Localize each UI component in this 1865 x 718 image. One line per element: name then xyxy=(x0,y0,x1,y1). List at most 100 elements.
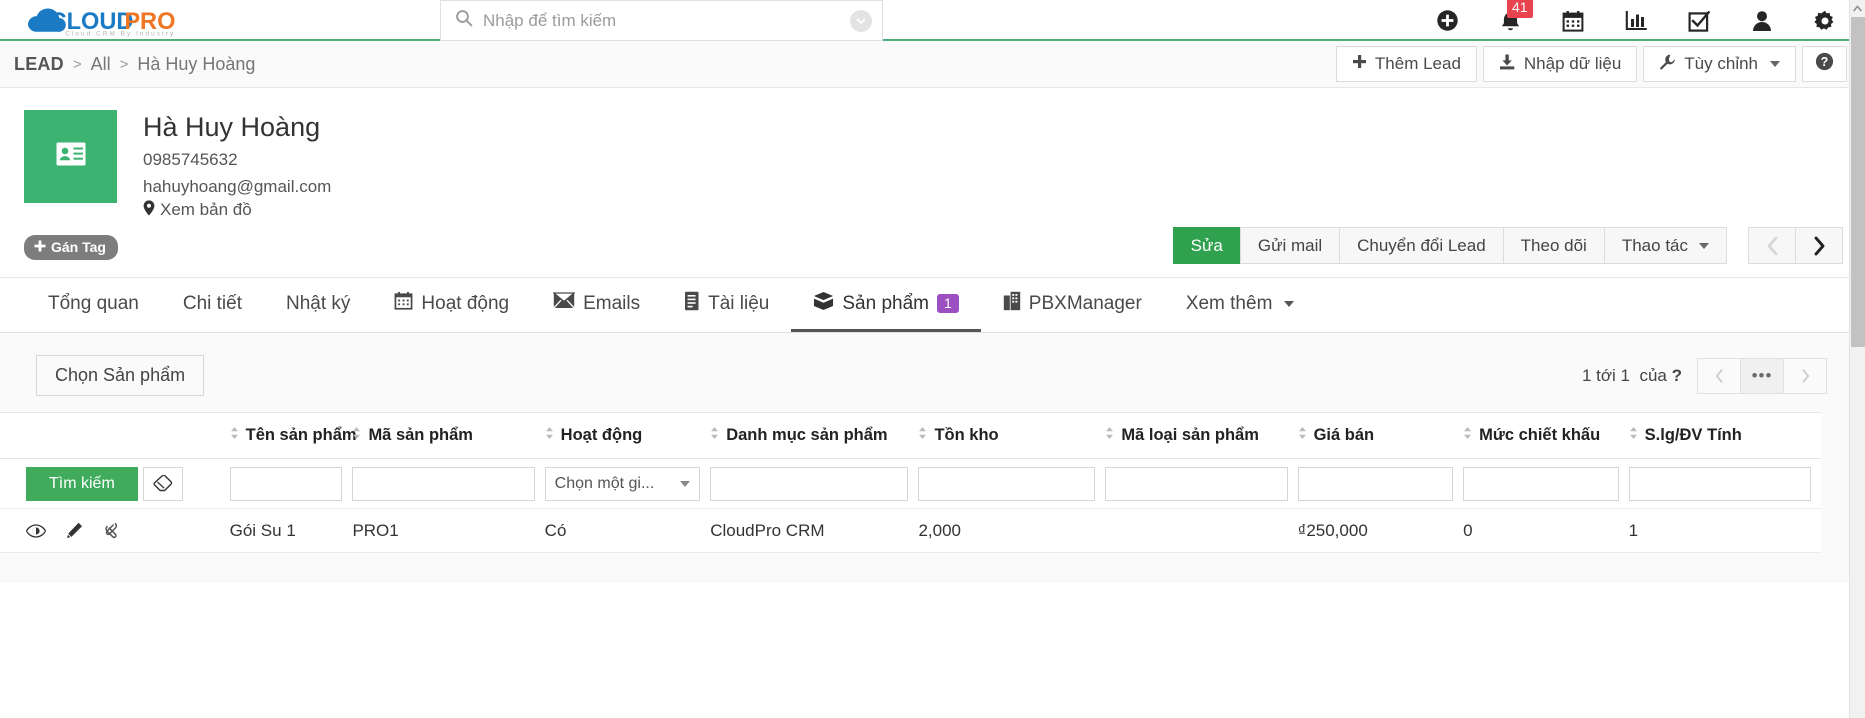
plus-icon xyxy=(34,239,46,255)
chart-icon[interactable] xyxy=(1624,9,1648,33)
search-box[interactable] xyxy=(440,0,883,41)
contact-info: Hà Huy Hoàng 0985745632 hahuyhoang@gmail… xyxy=(143,110,331,221)
filter-select-hoat-dong[interactable]: Chọn một gi... xyxy=(544,466,701,501)
filter-actions-cell: Tìm kiếm xyxy=(0,458,230,509)
cloudpro-logo-icon: CLOUD PRO Cloud CRM By Industry xyxy=(27,7,175,37)
envelope-icon xyxy=(552,292,577,315)
row-action-cell xyxy=(0,508,230,553)
tab-tai-lieu[interactable]: Tài liệu xyxy=(662,278,791,332)
tab-pbxmanager[interactable]: PBXManager xyxy=(981,278,1164,332)
sort-icon xyxy=(1298,426,1307,445)
tab-badge: 1 xyxy=(937,294,959,313)
filter-input-ma-loai-san-pham[interactable] xyxy=(1105,466,1288,501)
sort-icon xyxy=(710,426,719,445)
breadcrumb-bar: LEAD > All > Hà Huy Hoàng Thêm Lead Nhập… xyxy=(0,41,1865,88)
chevron-up-icon[interactable] xyxy=(1850,0,1865,16)
add-lead-button[interactable]: Thêm Lead xyxy=(1335,46,1477,82)
table-filter-row: Tìm kiếm Chọn một gi... xyxy=(0,458,1821,509)
table-row: Gói Su 1 PRO1 Có CloudPro CRM 2,000 ₫250… xyxy=(0,508,1821,553)
search-filter-button[interactable]: Tìm kiếm xyxy=(26,466,138,501)
import-data-button[interactable]: Nhập dữ liệu xyxy=(1482,46,1638,82)
notification-bell-icon[interactable]: 41 xyxy=(1498,0,1533,33)
breadcrumb-root[interactable]: LEAD xyxy=(14,54,64,75)
edit-button[interactable]: Sửa xyxy=(1172,227,1241,264)
tab-label: Emails xyxy=(583,292,641,314)
column-header-ma-san-pham[interactable]: Mã sản phẩm xyxy=(352,412,545,459)
edit-pencil-icon[interactable] xyxy=(66,522,83,539)
customize-button[interactable]: Tùy chỉnh xyxy=(1643,46,1796,82)
column-header-ten-san-pham[interactable]: Tên sản phẩm xyxy=(229,412,357,459)
document-icon xyxy=(684,291,700,317)
view-map-link[interactable]: Xem bản đồ xyxy=(143,199,331,221)
column-label: Mã sản phẩm xyxy=(368,426,473,444)
filter-cell-slg-dv-tinh xyxy=(1628,458,1821,509)
pagination-prev-button[interactable] xyxy=(1697,358,1741,394)
tab-hoat-dong[interactable]: Hoạt động xyxy=(372,278,531,332)
cell-ma-san-pham: PRO1 xyxy=(352,508,545,553)
filter-input-danh-muc-san-pham[interactable] xyxy=(710,466,909,501)
task-checkbox-icon[interactable] xyxy=(1687,9,1711,33)
convert-lead-button[interactable]: Chuyển đổi Lead xyxy=(1339,227,1504,264)
more-actions-button[interactable]: Thao tác xyxy=(1603,227,1727,264)
user-icon[interactable] xyxy=(1750,9,1774,33)
avatar xyxy=(24,110,117,203)
eraser-icon[interactable] xyxy=(142,466,183,501)
tab-label: Tổng quan xyxy=(48,292,139,314)
calendar-icon[interactable] xyxy=(1561,9,1585,33)
tab-tong-quan[interactable]: Tổng quan xyxy=(26,278,161,332)
svg-text:Cloud CRM By Industry: Cloud CRM By Industry xyxy=(65,30,175,36)
chevron-down-icon[interactable] xyxy=(850,9,872,32)
next-record-button[interactable] xyxy=(1795,227,1843,264)
tab-xem-them[interactable]: Xem thêm xyxy=(1164,278,1317,332)
assign-tag-button[interactable]: Gán Tag xyxy=(24,234,118,260)
column-header-hoat-dong[interactable]: Hoạt động xyxy=(544,412,711,459)
products-panel: Chọn Sản phẩm 1 tới 1 của ? ••• Tên sản … xyxy=(0,333,1865,583)
add-circle-icon[interactable] xyxy=(1435,9,1459,33)
search-input[interactable] xyxy=(483,10,850,31)
prev-record-button[interactable] xyxy=(1748,227,1796,264)
app-logo[interactable]: CLOUD PRO Cloud CRM By Industry xyxy=(0,0,205,39)
filter-select-label: Chọn một gi... xyxy=(554,474,655,492)
filter-input-slg-dv-tinh[interactable] xyxy=(1628,466,1811,501)
column-header-muc-chiet-khau[interactable]: Mức chiết khấu xyxy=(1463,412,1629,459)
cell-slg-dv-tinh: 1 xyxy=(1628,508,1821,553)
pagination-total: ? xyxy=(1671,366,1682,385)
column-header-slg-dv-tinh[interactable]: S.lg/ĐV Tính xyxy=(1628,412,1821,459)
filter-input-ten-san-pham[interactable] xyxy=(229,466,343,501)
filter-input-gia-ban[interactable] xyxy=(1297,466,1454,501)
breadcrumb-item-all[interactable]: All xyxy=(91,54,111,75)
notification-badge: 41 xyxy=(1507,0,1533,18)
follow-button[interactable]: Theo dõi xyxy=(1502,227,1605,264)
view-eye-icon[interactable] xyxy=(26,523,46,538)
sort-icon xyxy=(1105,426,1114,445)
sort-icon xyxy=(1629,426,1638,445)
choose-product-button[interactable]: Chọn Sản phẩm xyxy=(36,355,205,396)
breadcrumb-actions: Thêm Lead Nhập dữ liệu Tùy chỉnh ? xyxy=(1335,46,1847,82)
global-search xyxy=(440,0,883,41)
filter-cell-ton-kho xyxy=(918,458,1106,509)
link-paperclip-icon[interactable] xyxy=(103,522,120,539)
column-header-gia-ban[interactable]: Giá bán xyxy=(1297,412,1464,459)
tab-chi-tiet[interactable]: Chi tiết xyxy=(161,278,264,332)
pagination-more-button[interactable]: ••• xyxy=(1740,358,1784,394)
column-header-ton-kho[interactable]: Tồn kho xyxy=(918,412,1106,459)
settings-gear-icon[interactable] xyxy=(1813,9,1837,33)
send-mail-button[interactable]: Gửi mail xyxy=(1239,227,1341,264)
column-header-danh-muc-san-pham[interactable]: Danh mục sản phẩm xyxy=(710,412,919,459)
record-summary-panel: Hà Huy Hoàng 0985745632 hahuyhoang@gmail… xyxy=(0,88,1865,277)
cell-gia-ban: ₫250,000 xyxy=(1297,508,1464,553)
pagination-next-button[interactable] xyxy=(1783,358,1827,394)
filter-input-ton-kho[interactable] xyxy=(918,466,1096,501)
import-data-label: Nhập dữ liệu xyxy=(1523,54,1622,73)
more-actions-label: Thao tác xyxy=(1621,235,1688,255)
scrollbar-thumb[interactable] xyxy=(1851,17,1865,347)
filter-cell-ma-loai-san-pham xyxy=(1105,458,1298,509)
column-header-ma-loai-san-pham[interactable]: Mã loại sản phẩm xyxy=(1105,412,1298,459)
tab-emails[interactable]: Emails xyxy=(531,278,662,332)
filter-input-muc-chiet-khau[interactable] xyxy=(1463,466,1619,501)
help-button[interactable]: ? xyxy=(1802,46,1847,82)
tab-nhat-ky[interactable]: Nhật ký xyxy=(264,278,372,332)
page-scrollbar[interactable] xyxy=(1849,0,1865,718)
filter-input-ma-san-pham[interactable] xyxy=(352,466,535,501)
tab-san-pham[interactable]: Sản phẩm 1 xyxy=(791,278,981,332)
